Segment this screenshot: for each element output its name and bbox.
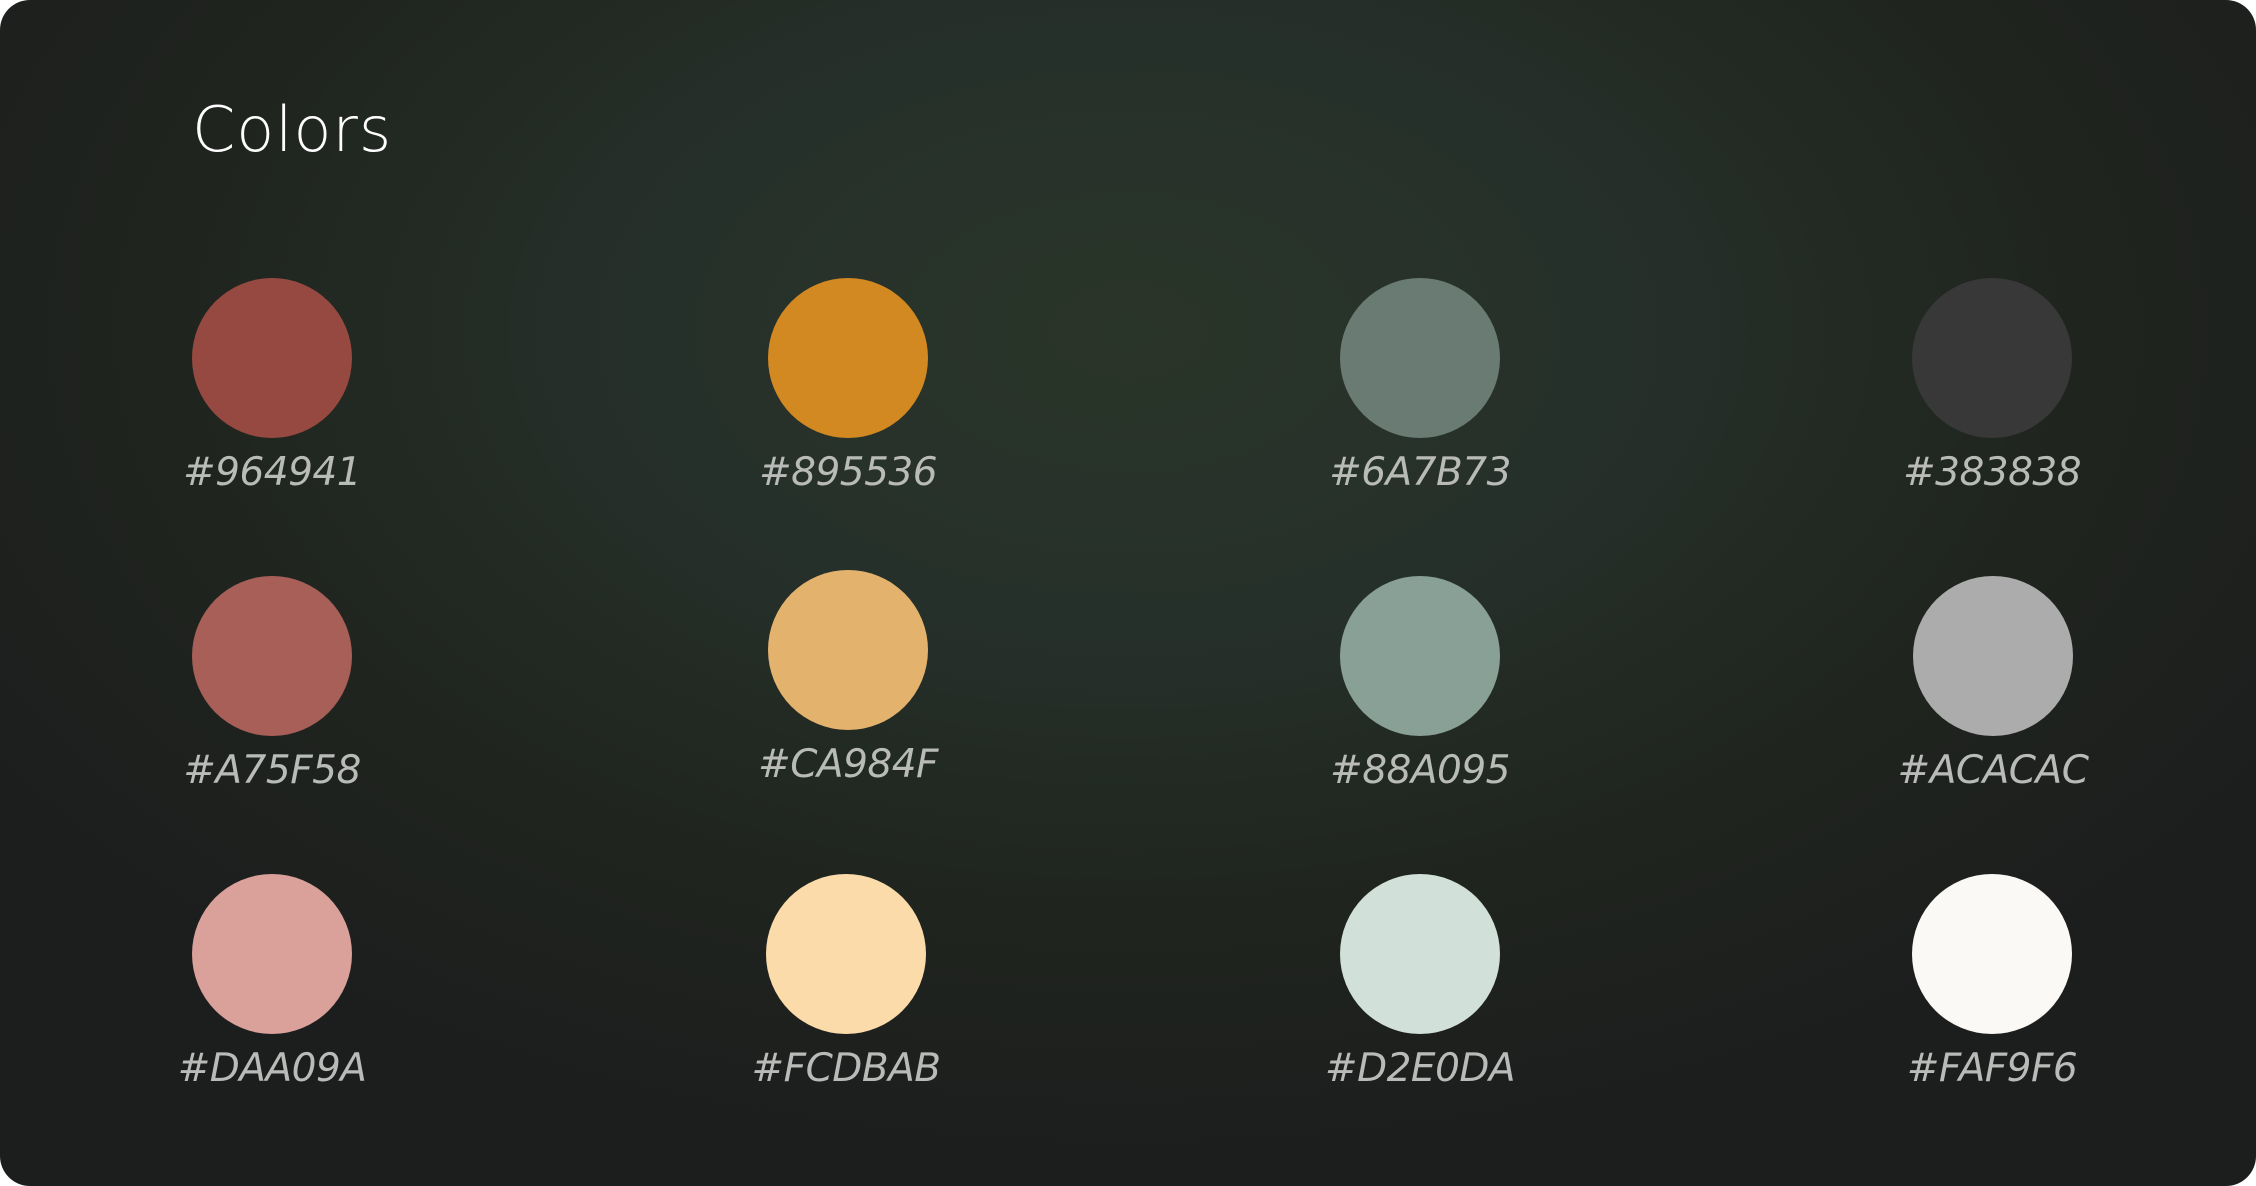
- color-swatch: #DAA09A: [102, 874, 462, 1104]
- color-swatch: #ACACAC: [1823, 576, 2183, 806]
- color-swatch: #383838: [1822, 278, 2182, 508]
- swatch-circle: [1912, 874, 2072, 1034]
- swatch-hex-label: #964941: [182, 450, 362, 495]
- color-swatch: #FAF9F6: [1822, 874, 2182, 1104]
- swatch-hex-label: #6A7B73: [1329, 450, 1511, 495]
- swatch-circle: [192, 576, 352, 736]
- color-swatch: #895536: [678, 278, 1038, 508]
- swatch-circle: [192, 874, 352, 1034]
- swatch-hex-label: #CA984F: [758, 742, 938, 787]
- color-swatch: #FCDBAB: [676, 874, 1036, 1104]
- swatch-hex-label: #D2E0DA: [1324, 1046, 1516, 1091]
- page-title: Colors: [192, 93, 393, 166]
- color-swatch: #D2E0DA: [1250, 874, 1610, 1104]
- swatch-hex-label: #DAA09A: [177, 1046, 367, 1091]
- color-swatch: #964941: [102, 278, 462, 508]
- swatch-hex-label: #383838: [1902, 450, 2082, 495]
- swatch-circle: [768, 278, 928, 438]
- swatch-hex-label: #895536: [758, 450, 938, 495]
- swatch-hex-label: #88A095: [1330, 748, 1510, 793]
- color-swatch: #A75F58: [102, 576, 462, 806]
- color-swatch: #CA984F: [678, 570, 1038, 800]
- swatch-circle: [1340, 278, 1500, 438]
- swatch-circle: [1340, 874, 1500, 1034]
- color-swatch: #88A095: [1250, 576, 1610, 806]
- color-swatch: #6A7B73: [1250, 278, 1610, 508]
- swatch-circle: [768, 570, 928, 730]
- swatch-hex-label: #ACACAC: [1897, 748, 2089, 793]
- swatch-circle: [1340, 576, 1500, 736]
- swatch-circle: [766, 874, 926, 1034]
- swatch-circle: [192, 278, 352, 438]
- swatch-circle: [1912, 278, 2072, 438]
- swatch-hex-label: #A75F58: [183, 748, 361, 793]
- swatch-hex-label: #FAF9F6: [1906, 1046, 2078, 1091]
- swatch-circle: [1913, 576, 2073, 736]
- swatch-hex-label: #FCDBAB: [751, 1046, 941, 1091]
- color-palette-card: Colors #964941 #895536 #6A7B73 #383838 #…: [0, 0, 2256, 1186]
